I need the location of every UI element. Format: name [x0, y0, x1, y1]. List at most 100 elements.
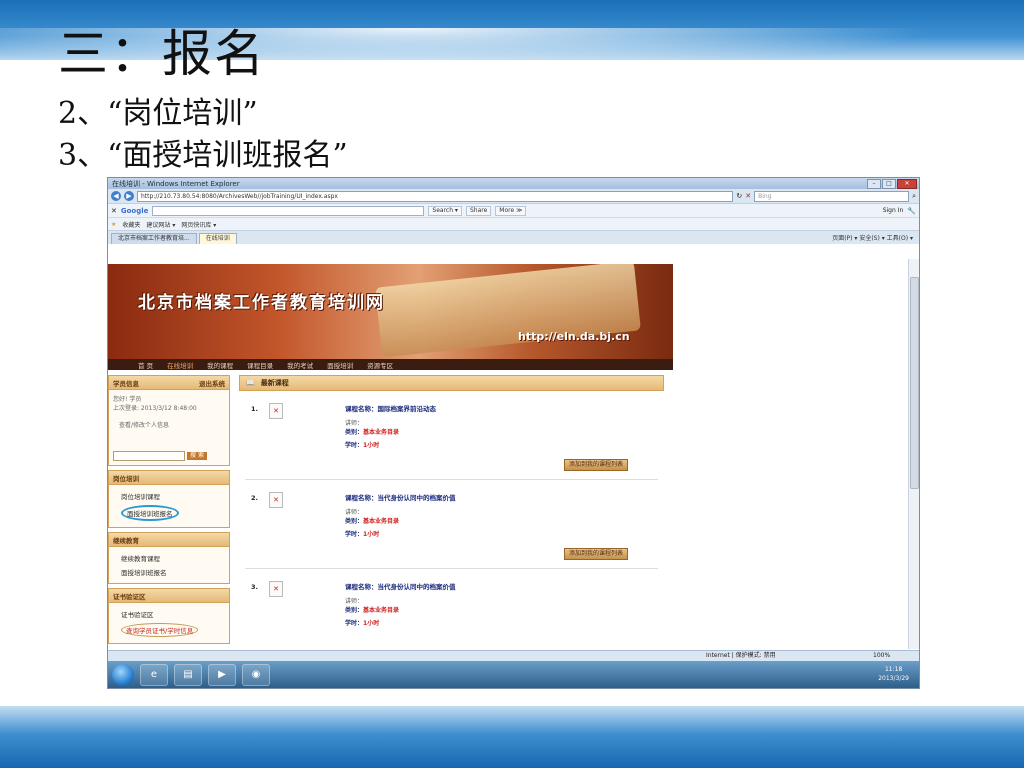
slide-title: 三：报名: [58, 25, 266, 83]
media-player-icon[interactable]: ▶: [208, 663, 236, 686]
stop-icon[interactable]: ✕: [745, 192, 751, 200]
slide-bullet-1: 2、“岗位培训”: [58, 96, 258, 131]
sign-in-link[interactable]: Sign In: [883, 207, 904, 214]
google-more-button[interactable]: More ≫: [495, 205, 527, 216]
add-to-my-courses-button[interactable]: 添加到我的课程列表: [564, 548, 628, 560]
fav-item-suggested[interactable]: 建议网站 ▾: [146, 220, 175, 229]
member-profile-link[interactable]: 查看/修改个人信息: [119, 420, 225, 429]
tab-archives-home[interactable]: 北京市档案工作者教育培...: [111, 233, 197, 244]
start-button[interactable]: [112, 663, 134, 686]
link-continuing-signup[interactable]: 面授培训班报名: [113, 565, 225, 579]
browser-statusbar: Internet | 保护模式: 禁用 100%: [108, 650, 919, 661]
course-name-value: 当代身份认同中的档案价值: [377, 583, 456, 591]
course-name[interactable]: 课程名称：当代身份认同中的档案价值: [345, 581, 456, 591]
scrollbar-thumb[interactable]: [910, 277, 919, 489]
slide-bullet-2: 3、“面授培训班报名”: [58, 138, 348, 173]
section-header-certificate[interactable]: 证书验证区: [108, 588, 230, 603]
course-teacher: 讲师：: [345, 598, 364, 605]
section-header-post-training[interactable]: 岗位培训: [108, 470, 230, 485]
link-post-training-signup[interactable]: 面授培训班报名: [121, 505, 179, 521]
course-name-value: 国际档案界前沿动态: [377, 405, 437, 413]
toolbar-close-icon[interactable]: ✕: [111, 207, 117, 215]
zoom-level[interactable]: 100%: [873, 651, 890, 661]
wrench-icon[interactable]: 🔧: [907, 207, 916, 215]
refresh-icon[interactable]: ↻: [736, 192, 742, 200]
nav-home[interactable]: 首 页: [138, 360, 153, 370]
course-category: 基本业务目录: [363, 607, 400, 614]
google-share-button[interactable]: Share: [465, 205, 492, 216]
nav-my-exams[interactable]: 我的考试: [287, 360, 313, 370]
logout-link[interactable]: 退出系统: [199, 378, 225, 388]
system-clock[interactable]: 11:18 2013/3/29: [878, 665, 909, 683]
tab-strip: 北京市档案工作者教育培... 在线培训 页面(P) ▾ 安全(S) ▾ 工具(O…: [108, 230, 919, 244]
sidebar-search-button[interactable]: 搜 索: [187, 452, 207, 460]
course-info: 讲师： 类别：基本业务目录 学时：1小时: [345, 508, 399, 539]
link-certificate-query[interactable]: 查询学员证书/学时信息: [121, 623, 199, 637]
section-header-continuing-edu[interactable]: 继续教育: [108, 532, 230, 547]
maximize-button[interactable]: □: [882, 179, 896, 189]
close-button[interactable]: ✕: [897, 179, 917, 189]
member-greeting: 您好! 学员: [113, 396, 142, 403]
site-nav: 首 页 在线培训 我的课程 课程目录 我的考试 面授培训 资源专区: [108, 359, 673, 370]
member-info-header: 学员信息 退出系统: [108, 375, 230, 390]
folder-icon[interactable]: ▤: [174, 663, 202, 686]
windows-taskbar: e ▤ ▶ ◉ 11:18 2013/3/29: [108, 661, 919, 688]
search-icon[interactable]: ⌕: [912, 192, 916, 201]
broken-image-icon: ✕: [269, 581, 283, 597]
nav-my-courses[interactable]: 我的课程: [207, 360, 233, 370]
google-toolbar: ✕ Google Search ▾ Share More ≫ Sign In 🔧: [108, 203, 919, 217]
site-banner: 北京市档案工作者教育培训网 http://eln.da.bj.cn: [108, 264, 673, 359]
page-scrollbar[interactable]: [908, 259, 919, 649]
fav-item-slices[interactable]: 网页快讯库 ▾: [181, 220, 216, 229]
favorites-star-icon[interactable]: ★: [111, 221, 116, 228]
course-item: 2. ✕ 课程名称：当代身份认同中的档案价值 讲师： 类别：基本业务目录 学时：…: [245, 480, 658, 569]
add-to-my-courses-button[interactable]: 添加到我的课程列表: [564, 459, 628, 471]
link-continuing-courses[interactable]: 继续教育课程: [113, 551, 225, 565]
site-title: 北京市档案工作者教育培训网: [138, 293, 385, 313]
internet-explorer-icon[interactable]: e: [140, 663, 168, 686]
security-zone: Internet | 保护模式: 禁用: [706, 652, 776, 659]
course-category-label: 类别：: [345, 518, 364, 525]
course-item: 3. ✕ 课程名称：当代身份认同中的档案价值 讲师： 类别：基本业务目录 学时：…: [245, 569, 658, 649]
link-post-training-courses[interactable]: 岗位培训课程: [113, 489, 225, 503]
course-hours: 1小时: [363, 442, 380, 449]
google-search-input[interactable]: [152, 205, 425, 216]
back-arrow-icon[interactable]: ◀: [111, 191, 121, 201]
course-category-label: 类别：: [345, 429, 364, 436]
nav-face-training[interactable]: 面授培训: [327, 360, 353, 370]
browser-search-input[interactable]: Bing: [754, 190, 910, 202]
google-search-button[interactable]: Search ▾: [428, 205, 462, 216]
nav-online-training[interactable]: 在线培训: [167, 360, 193, 370]
sidebar-search-input[interactable]: [113, 451, 185, 461]
favorites-bar: ★ 收藏夹 建议网站 ▾ 网页快讯库 ▾: [108, 217, 919, 230]
chrome-icon[interactable]: ◉: [242, 663, 270, 686]
course-list-title: 最新课程: [260, 379, 289, 387]
course-name[interactable]: 课程名称：当代身份认同中的档案价值: [345, 492, 456, 502]
address-input[interactable]: http://210.73.80.54:8080/ArchivesWeb//jo…: [137, 190, 734, 202]
course-list-header: 📖 最新课程: [239, 375, 664, 391]
minimize-button[interactable]: –: [867, 179, 881, 189]
course-number: 2.: [251, 494, 258, 502]
nav-course-catalog[interactable]: 课程目录: [247, 360, 273, 370]
course-number: 1.: [251, 405, 258, 413]
favorites-label[interactable]: 收藏夹: [122, 220, 140, 229]
forward-arrow-icon[interactable]: ▶: [124, 191, 134, 201]
link-certificate-verify[interactable]: 证书验证区: [113, 607, 225, 621]
slide-footer-band: [0, 706, 1024, 768]
course-name-label: 课程名称：: [345, 494, 378, 502]
nav-resources[interactable]: 资源专区: [367, 360, 393, 370]
sidebar-section-post-training: 岗位培训 岗位培训课程 面授培训班报名: [108, 470, 230, 528]
tab-online-training[interactable]: 在线培训: [198, 233, 237, 244]
broken-image-icon: ✕: [269, 492, 283, 508]
command-bar[interactable]: 页面(P) ▾ 安全(S) ▾ 工具(O) ▾: [832, 233, 913, 242]
course-hours-label: 学时：: [345, 531, 364, 538]
section-body-post-training: 岗位培训课程 面授培训班报名: [108, 485, 230, 528]
address-bar-row: ◀ ▶ http://210.73.80.54:8080/ArchivesWeb…: [108, 189, 919, 203]
page-content: 北京市档案工作者教育培训网 http://eln.da.bj.cn 首 页 在线…: [108, 259, 908, 649]
course-info: 讲师： 类别：基本业务目录 学时：1小时: [345, 597, 399, 628]
book-icon: 📖: [246, 379, 255, 387]
course-name[interactable]: 课程名称：国际档案界前沿动态: [345, 403, 436, 413]
sidebar-section-certificate: 证书验证区 证书验证区 查询学员证书/学时信息: [108, 588, 230, 644]
section-body-continuing-edu: 继续教育课程 面授培训班报名: [108, 547, 230, 584]
window-title: 在线培训 - Windows Internet Explorer: [112, 179, 240, 188]
